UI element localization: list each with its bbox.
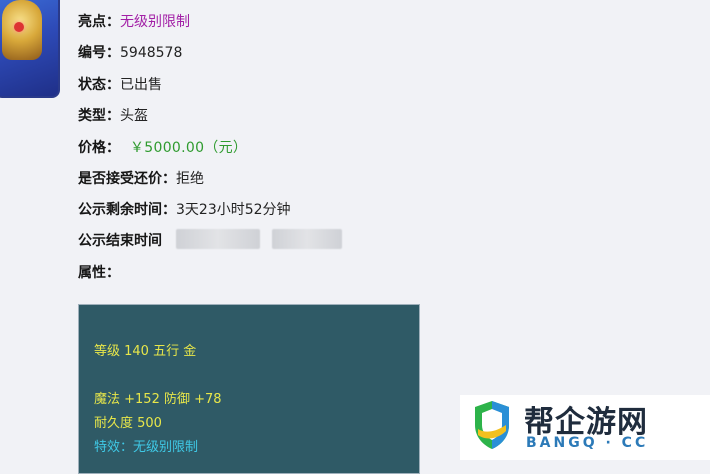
detail-row-price: 价格： ￥5000.00（元）: [78, 136, 247, 160]
attributes-panel: 等级 140 五行 金 魔法 +152 防御 +78 耐久度 500 特效：无级…: [78, 304, 420, 474]
gem-decoration: [14, 22, 24, 32]
shield-logo-icon: [475, 401, 509, 449]
detail-row-id: 编号：5948578: [78, 41, 182, 65]
field-value: 3天23小时52分钟: [176, 202, 291, 218]
redacted-value: [176, 229, 260, 249]
attr-magic-defense: 魔法 +152 防御 +78: [94, 392, 222, 407]
field-label: 价格：: [78, 140, 120, 156]
field-value: 已出售: [120, 77, 162, 93]
detail-row-highlight: 亮点：无级别限制: [78, 10, 190, 34]
field-label: 公示结束时间: [78, 233, 162, 249]
price-value: ￥5000.00（元）: [130, 140, 248, 156]
field-label: 属性：: [78, 265, 120, 281]
field-value: 无级别限制: [120, 14, 190, 30]
item-thumbnail: [0, 0, 60, 98]
redacted-value: [272, 229, 342, 249]
attr-durability: 耐久度 500: [94, 416, 162, 431]
field-label: 亮点：: [78, 14, 120, 30]
detail-row-remaining-time: 公示剩余时间：3天23小时52分钟: [78, 198, 291, 222]
field-value: 5948578: [120, 45, 183, 61]
watermark-brand-en: BANGQ · CC: [526, 435, 649, 451]
detail-row-attributes: 属性：: [78, 261, 120, 285]
field-label: 状态：: [78, 77, 120, 93]
field-value: 头盔: [120, 108, 148, 124]
field-value: 拒绝: [176, 171, 204, 187]
field-label: 类型：: [78, 108, 120, 124]
watermark: 帮企游网 BANGQ · CC: [460, 395, 710, 460]
attr-level-element: 等级 140 五行 金: [94, 344, 197, 359]
attr-special-effect: 特效：无级别限制: [94, 440, 199, 455]
detail-row-type: 类型：头盔: [78, 104, 148, 128]
field-label: 编号：: [78, 45, 120, 61]
detail-row-bargain: 是否接受还价：拒绝: [78, 167, 204, 191]
field-label: 是否接受还价：: [78, 171, 176, 187]
detail-row-end-time: 公示结束时间: [78, 229, 162, 253]
field-label: 公示剩余时间：: [78, 202, 176, 218]
detail-row-status: 状态：已出售: [78, 73, 162, 97]
